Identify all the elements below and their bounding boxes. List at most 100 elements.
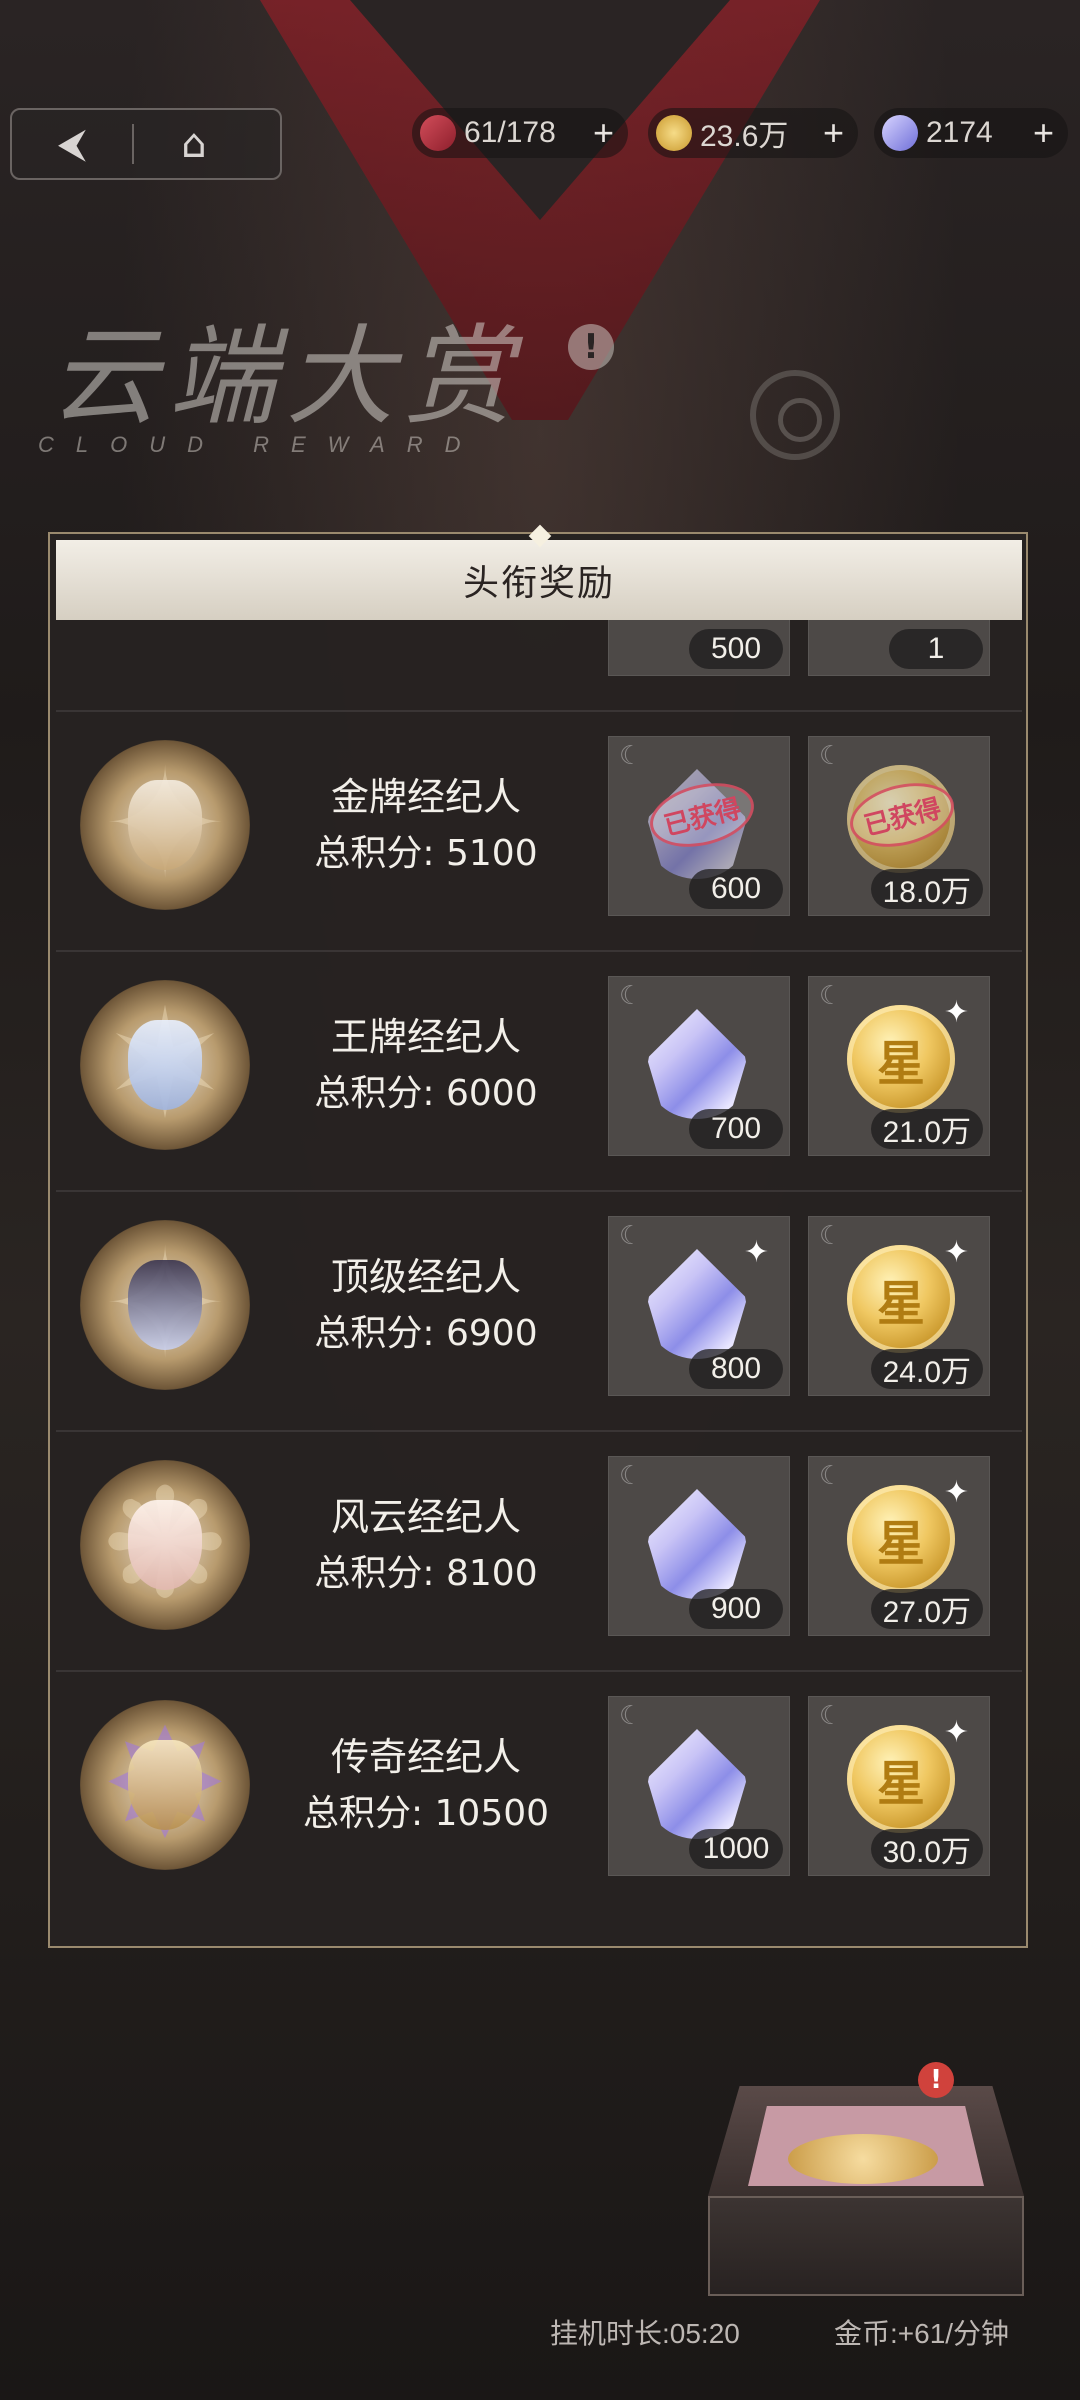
moon-icon: ☾: [619, 981, 643, 1011]
diamond-reward[interactable]: ☾ 900: [608, 1456, 790, 1636]
stamina-icon: [420, 115, 456, 151]
rank-score: 总积分: 8100: [256, 1544, 596, 1596]
reward-quantity: 30.0万: [870, 1829, 983, 1869]
moon-icon: ☾: [619, 1701, 643, 1731]
list-item-rank: ✸ 传奇经纪人 总积分: 10500 ☾ 1000 ☾ 星 ✦ 30.0万: [56, 1670, 1022, 1910]
top-nav: ⮜ ⌂: [10, 108, 282, 180]
page-subtitle: CLOUD REWARD: [38, 432, 483, 457]
rank-score: 总积分: 5100: [256, 824, 596, 876]
rank-emblem-icon: ❋: [80, 1458, 250, 1632]
list-item-partial: 500 1: [56, 620, 1022, 712]
score-label: 总积分:: [314, 1073, 435, 1114]
diamond-counter: 2174 +: [874, 108, 1068, 158]
star-coin-icon: 星: [847, 1725, 955, 1833]
stamina-counter: 61/178 +: [412, 108, 628, 158]
reward-quantity: 1: [889, 629, 983, 669]
back-button[interactable]: ⮜: [12, 110, 132, 178]
moon-icon: ☾: [819, 981, 843, 1011]
emblem-core: [128, 1500, 202, 1590]
rank-score: 总积分: 6900: [256, 1304, 596, 1356]
moon-icon: ☾: [819, 1461, 843, 1491]
rank-emblem-icon: ✶: [80, 978, 250, 1152]
rank-emblem-icon: ✸: [80, 1698, 250, 1872]
sparkle-icon: ✦: [943, 1715, 969, 1750]
stamina-value: 61/178: [464, 116, 556, 149]
sparkle-icon: ✦: [943, 1235, 969, 1270]
back-arrow-icon: ⮜: [57, 121, 87, 167]
coin-reward[interactable]: ☾ 星 ✦ 21.0万: [808, 976, 990, 1156]
sparkle-icon: ✦: [743, 1235, 769, 1270]
moon-icon: ☾: [819, 1221, 843, 1251]
diamond-icon: [647, 1729, 747, 1839]
panel-header: 头衔奖励: [56, 524, 1022, 620]
reward-list[interactable]: 500 1 ✦ 金牌经纪人 总积分: 5100 ☾ 已获得 600: [56, 620, 1022, 1936]
star-coin-icon: 星: [847, 1245, 955, 1353]
score-value: 6900: [445, 1313, 538, 1354]
score-value: 6000: [445, 1073, 538, 1114]
diamond-value: 2174: [926, 116, 993, 149]
reward-quantity: 1000: [689, 1829, 783, 1869]
idle-time: 挂机时长:05:20: [550, 2318, 740, 2349]
rank-name: 金牌经纪人: [330, 775, 521, 819]
reward-quantity: 600: [689, 869, 783, 909]
score-value: 8100: [445, 1553, 538, 1594]
diamond-icon: [647, 1249, 747, 1359]
diamond-reward[interactable]: ☾ 已获得 600: [608, 736, 790, 916]
reward-quantity: 21.0万: [870, 1109, 983, 1149]
moon-icon: ☾: [619, 1221, 643, 1251]
reward-quantity: 500: [689, 629, 783, 669]
rank-name: 顶级经纪人: [330, 1255, 521, 1299]
diamond-reward-partial[interactable]: 500: [608, 620, 790, 676]
coin-reward[interactable]: ☾ 星 ✦ 27.0万: [808, 1456, 990, 1636]
reward-quantity: 18.0万: [870, 869, 983, 909]
decorative-ring-icon: [750, 370, 840, 460]
gold-add-button[interactable]: +: [823, 112, 844, 154]
gold-coin-icon: [656, 115, 692, 151]
panel-title: 头衔奖励: [462, 563, 615, 604]
rank-score: 总积分: 6000: [256, 1064, 596, 1116]
stamina-add-button[interactable]: +: [593, 112, 614, 154]
item-reward-partial[interactable]: 1: [808, 620, 990, 676]
emblem-core: [128, 1020, 202, 1110]
coin-reward[interactable]: ☾ 星 ✦ 30.0万: [808, 1696, 990, 1876]
info-alert-icon[interactable]: !: [568, 324, 614, 370]
rank-name: 风云经纪人: [330, 1495, 521, 1539]
diamond-icon: [882, 115, 918, 151]
diamond-reward[interactable]: ☾ 1000: [608, 1696, 790, 1876]
diamond-add-button[interactable]: +: [1033, 112, 1054, 154]
diamond-reward[interactable]: ☾ 700: [608, 976, 790, 1156]
gold-value: 23.6万: [700, 120, 789, 153]
coin-reward[interactable]: ☾ 已获得 18.0万: [808, 736, 990, 916]
rank-score: 总积分: 10500: [256, 1784, 596, 1836]
score-label: 总积分:: [314, 1313, 435, 1354]
coin-reward[interactable]: ☾ 星 ✦ 24.0万: [808, 1216, 990, 1396]
emblem-core: [128, 1740, 202, 1830]
home-button[interactable]: ⌂: [134, 110, 254, 178]
star-coin-icon: 星: [847, 1485, 955, 1593]
list-item-rank: ✧ 顶级经纪人 总积分: 6900 ☾ ✦ 800 ☾ 星 ✦ 24.0万: [56, 1190, 1022, 1432]
diamond-reward[interactable]: ☾ ✦ 800: [608, 1216, 790, 1396]
emblem-core: [128, 780, 202, 870]
reward-quantity: 27.0万: [870, 1589, 983, 1629]
chest-body: [708, 2196, 1024, 2296]
list-item-rank: ✶ 王牌经纪人 总积分: 6000 ☾ 700 ☾ 星 ✦ 21.0万: [56, 950, 1022, 1192]
rank-emblem-icon: ✦: [80, 738, 250, 912]
rank-name: 传奇经纪人: [330, 1735, 521, 1779]
moon-icon: ☾: [619, 1461, 643, 1491]
list-item-rank: ❋ 风云经纪人 总积分: 8100 ☾ 900 ☾ 星 ✦ 27.0万: [56, 1430, 1022, 1672]
moon-icon: ☾: [619, 741, 643, 771]
diamond-icon: [647, 1489, 747, 1599]
gold-rate: 金币:+61/分钟: [834, 2318, 1010, 2349]
page-title: 云端大赏: [50, 315, 523, 440]
moon-icon: ☾: [819, 741, 843, 771]
gold-counter: 23.6万 +: [648, 108, 858, 158]
header-gem-icon: [528, 524, 552, 548]
reward-quantity: 900: [689, 1589, 783, 1629]
gold-chest-button[interactable]: [708, 2086, 1024, 2296]
score-label: 总积分:: [314, 1553, 435, 1594]
score-value: 10500: [434, 1793, 550, 1834]
score-label: 总积分:: [302, 1793, 424, 1834]
sparkle-icon: ✦: [943, 995, 969, 1030]
chest-alert-badge: !: [918, 2062, 954, 2098]
score-value: 5100: [445, 833, 538, 874]
